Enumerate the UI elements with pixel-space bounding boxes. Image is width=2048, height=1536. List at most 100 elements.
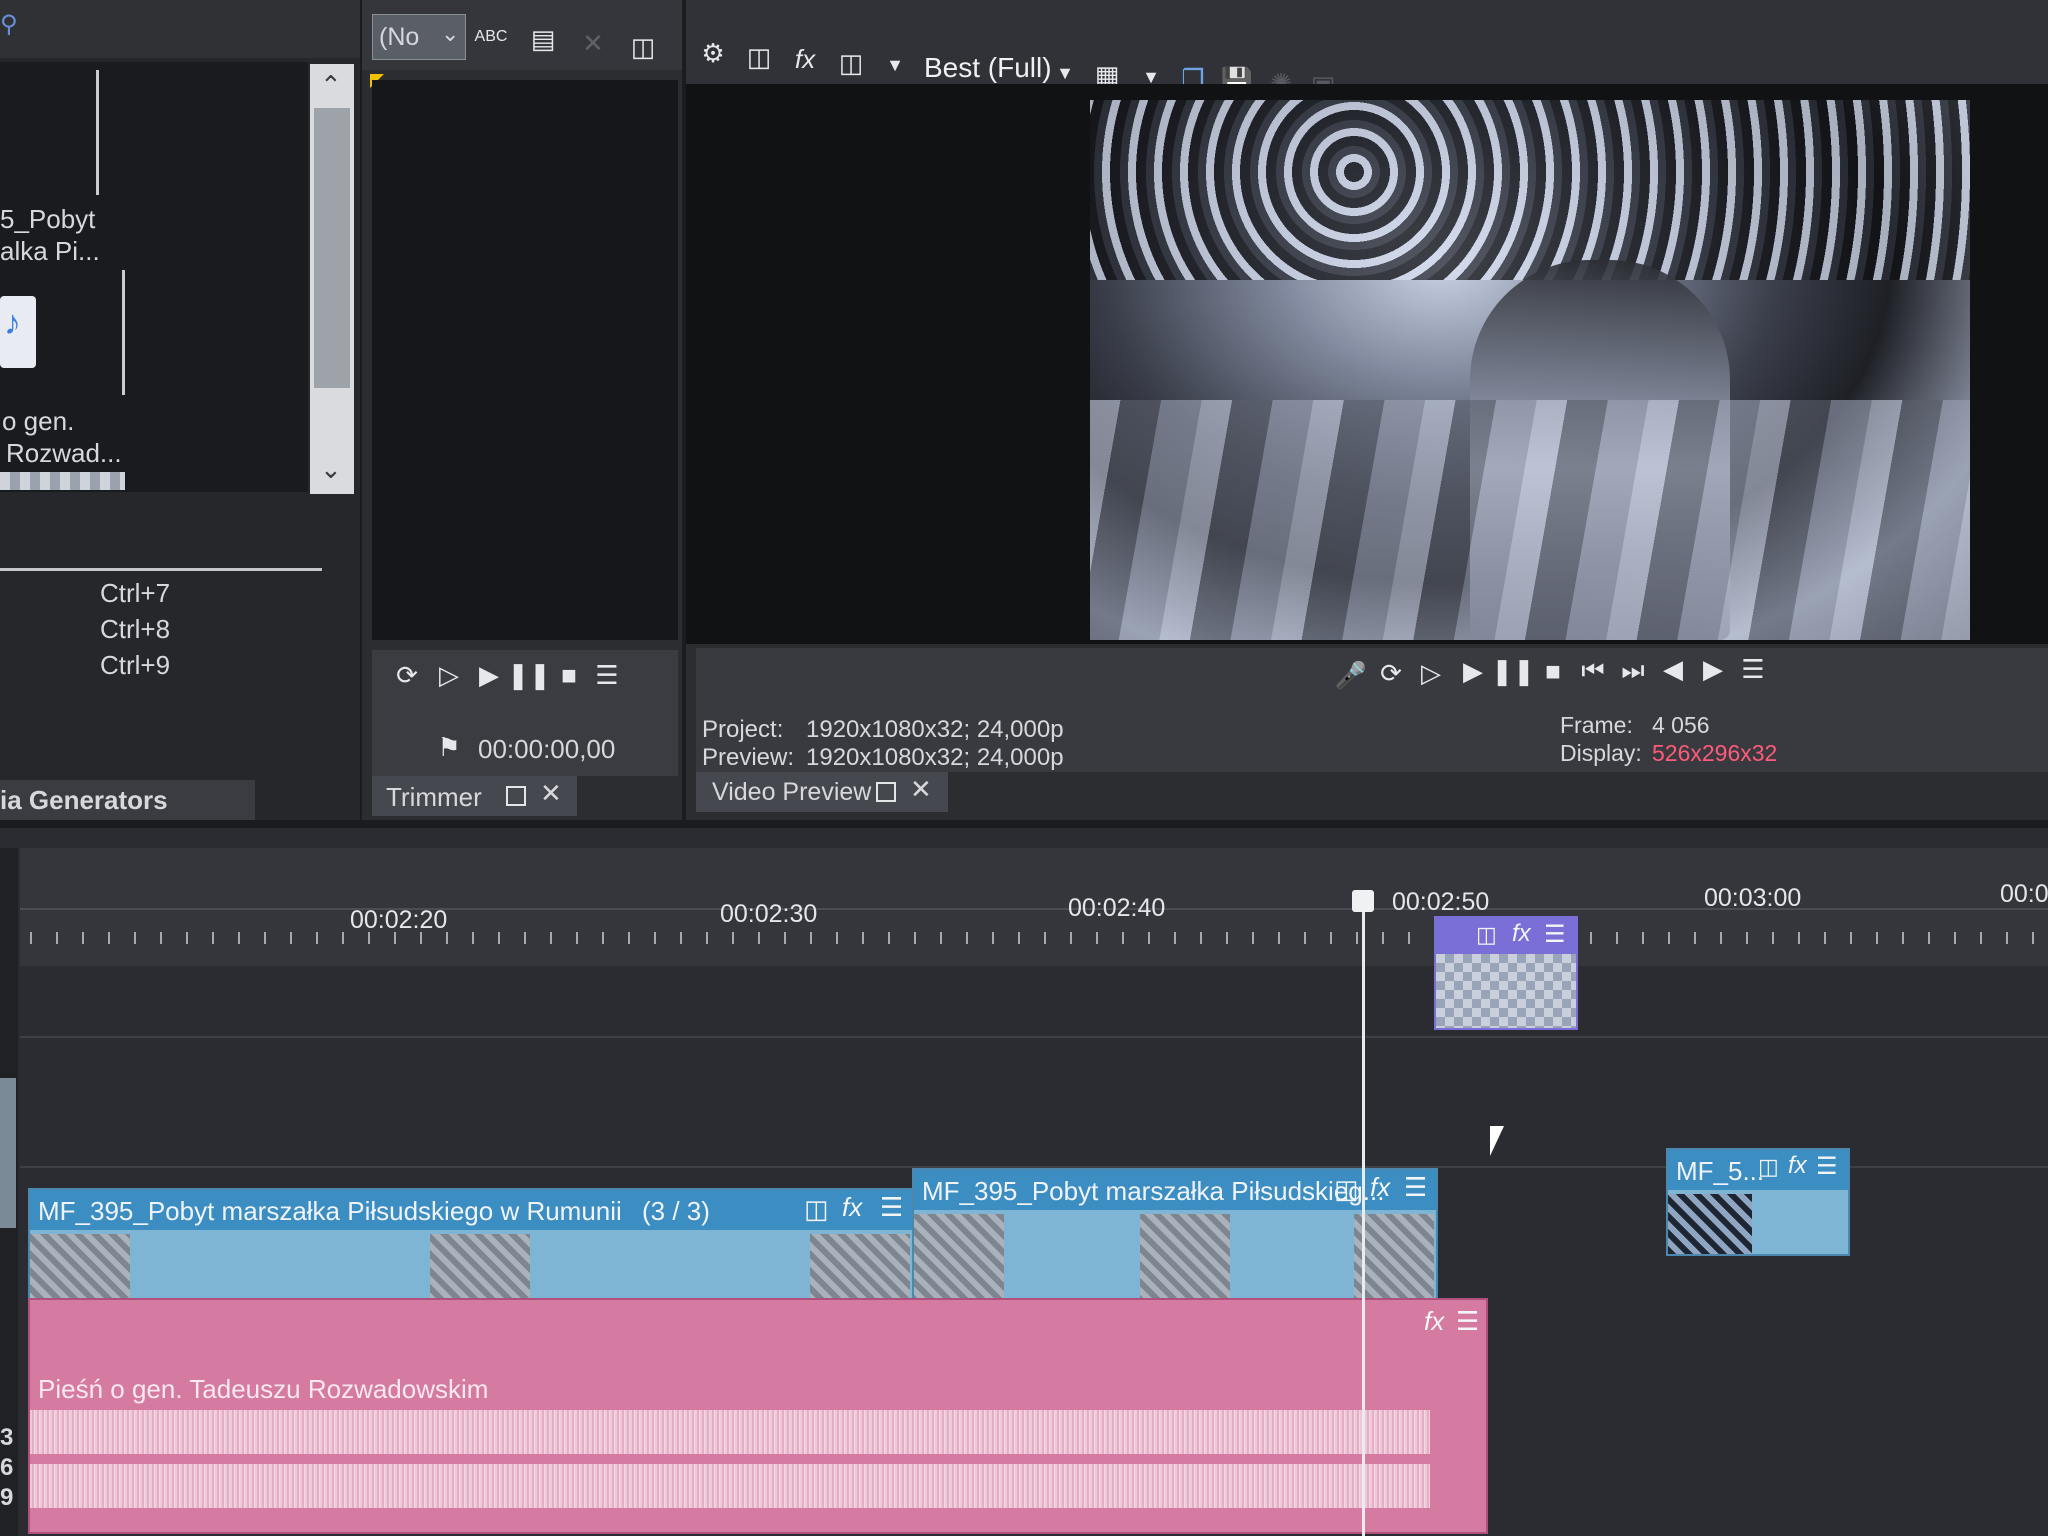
shortcut-label: Ctrl+7 (100, 578, 171, 608)
fx-icon[interactable]: fx (1370, 1172, 1390, 1203)
play-icon[interactable]: ▶ (472, 658, 506, 692)
copy-to-track-icon[interactable]: ◫ (626, 30, 660, 64)
trimmer-panel: (No ⌄ ABC ▤ ✕ ◫ ⟳ ▷ ▶ ❚❚ ■ ☰ ⚑ 00:00:00,… (362, 0, 682, 820)
record-voice-icon[interactable]: 🎤 (1334, 658, 1368, 692)
audio-clip[interactable]: fx ☰ Pieśń o gen. Tadeuszu Rozwadowskim (28, 1298, 1488, 1534)
split-screen-icon[interactable]: ◫ (834, 46, 868, 80)
menu-separator (0, 568, 322, 571)
clip-menu-icon[interactable]: ☰ (1404, 1172, 1427, 1203)
clip-menu-icon[interactable]: ☰ (1816, 1152, 1838, 1181)
float-window-icon[interactable] (506, 786, 526, 806)
spellcheck-icon[interactable]: ABC (474, 20, 508, 54)
trimmer-dropdown-value: (No (379, 23, 420, 51)
scroll-thumb[interactable] (314, 108, 350, 388)
close-tab-icon[interactable]: ✕ (910, 774, 932, 805)
fx-icon[interactable]: fx (1788, 1152, 1807, 1180)
ruler-label: 00:02:30 (720, 900, 818, 928)
menu-icon[interactable]: ☰ (590, 658, 624, 692)
close-tab-icon[interactable]: ✕ (540, 778, 562, 809)
ruler-label: 00:02:50 (1392, 888, 1490, 916)
video-fx-icon[interactable]: fx (788, 42, 822, 76)
trimmer-tab[interactable]: Trimmer ✕ (372, 776, 577, 816)
fx-icon[interactable]: fx (842, 1192, 862, 1223)
trimmer-timecode: 00:00:00,00 (478, 734, 616, 764)
ruler-label: 00:03:00 (1704, 884, 1802, 912)
go-to-end-icon[interactable]: ⏭ (1616, 654, 1650, 688)
stop-icon[interactable]: ■ (1536, 654, 1570, 688)
file-item-label[interactable]: o gen. (2, 406, 74, 437)
clip-menu-icon[interactable]: ☰ (1456, 1306, 1479, 1337)
playhead-line[interactable] (1362, 892, 1365, 1536)
clip-menu-icon[interactable]: ☰ (880, 1192, 903, 1223)
explorer-toolbar (0, 0, 360, 58)
music-file-icon[interactable]: ♪ (0, 296, 36, 368)
delete-media-icon[interactable]: ▤ (526, 22, 560, 56)
generators-tab-label: ia Generators (0, 785, 168, 815)
pan-crop-icon[interactable]: ◫ (804, 1194, 829, 1225)
frame-label: Frame: (1560, 712, 1633, 738)
divider (96, 70, 99, 195)
float-window-icon[interactable] (876, 782, 896, 802)
close-icon[interactable]: ✕ (576, 26, 610, 60)
scroll-up-icon[interactable]: ⌃ (320, 70, 342, 101)
ruler-ticks (30, 932, 2040, 944)
menu-icon[interactable]: ☰ (1736, 652, 1770, 686)
preview-label: Preview: (702, 744, 795, 771)
scroll-down-icon[interactable]: ⌄ (320, 454, 342, 485)
project-label: Project: (702, 716, 784, 743)
pause-icon[interactable]: ❚❚ (507, 658, 551, 692)
play-from-start-icon[interactable]: ▷ (1414, 656, 1448, 690)
go-to-start-icon[interactable]: ⏮ (1576, 654, 1610, 688)
ruler-label: 00:02:40 (1068, 894, 1166, 922)
trimmer-tab-label: Trimmer (386, 782, 482, 812)
divider (122, 270, 125, 395)
image-foliage (1090, 100, 1970, 280)
video-frame-image (1090, 100, 1970, 640)
preview-quality-dropdown[interactable]: Best (Full) (924, 52, 1052, 84)
loop-icon[interactable]: ⟳ (390, 658, 424, 692)
video-clip-title: MF_395_Pobyt marszałka Piłsudskieg... (922, 1176, 1385, 1206)
overlay-clip[interactable]: ◫ fx ☰ (1434, 916, 1578, 1030)
video-thumbnail (1668, 1194, 1752, 1254)
external-monitor-icon[interactable]: ◫ (742, 40, 776, 74)
trimmer-dropdown[interactable]: (No ⌄ (372, 14, 466, 60)
track-level-label: 6 (0, 1454, 14, 1481)
play-from-start-icon[interactable]: ▷ (432, 658, 466, 692)
video-preview-tab[interactable]: Video Preview ✕ (696, 772, 948, 812)
stop-icon[interactable]: ■ (552, 658, 586, 692)
file-item-label[interactable]: 5_Pobyt (0, 204, 95, 235)
audio-waveform (30, 1464, 1430, 1508)
track-level-label: 9 (0, 1484, 14, 1511)
display-value: 526x296x32 (1652, 740, 1778, 766)
display-label: Display: (1560, 740, 1642, 766)
fx-icon[interactable]: fx (1424, 1306, 1444, 1337)
video-clip[interactable]: MF_5... ◫ fx ☰ (1666, 1148, 1850, 1256)
file-item-label[interactable]: alka Pi... (0, 236, 100, 267)
play-icon[interactable]: ▶ (1456, 654, 1490, 688)
trimmer-transport: ⟳ ▷ ▶ ❚❚ ■ ☰ ⚑ 00:00:00,00 (372, 650, 678, 776)
split-dropdown-icon[interactable]: ▼ (878, 48, 912, 82)
next-frame-icon[interactable]: ▶ (1696, 652, 1730, 686)
timeline-panel: 00:02:20 00:02:30 00:02:40 00:02:50 00:0… (0, 828, 2048, 1536)
loop-playback-icon[interactable]: ⟳ (1374, 656, 1408, 690)
explorer-scrollbar[interactable]: ⌃ ⌄ (310, 64, 354, 494)
playhead-handle[interactable] (1352, 890, 1374, 912)
search-icon[interactable]: ⚲ (0, 10, 28, 38)
pan-crop-icon[interactable]: ◫ (1476, 922, 1497, 948)
video-preview-tab-label: Video Preview (712, 778, 872, 806)
fx-icon[interactable]: fx (1512, 920, 1531, 948)
previous-frame-icon[interactable]: ◀ (1656, 652, 1690, 686)
file-item-label[interactable]: Rozwad... (6, 438, 122, 469)
progress-strip (0, 472, 125, 490)
shortcut-label: Ctrl+8 (100, 614, 171, 644)
pan-crop-icon[interactable]: ◫ (1758, 1154, 1779, 1180)
video-clip-count: (3 / 3) (642, 1196, 710, 1226)
pan-crop-icon[interactable]: ◫ (1334, 1174, 1359, 1205)
clip-menu-icon[interactable]: ☰ (1544, 920, 1566, 949)
generators-tab[interactable]: ia Generators (0, 780, 255, 820)
timeline-left-accent[interactable] (0, 1078, 16, 1228)
image-crowd (1090, 400, 1970, 640)
settings-gear-icon[interactable]: ⚙ (696, 36, 730, 70)
pause-icon[interactable]: ❚❚ (1491, 654, 1535, 688)
audio-waveform (30, 1410, 1430, 1454)
